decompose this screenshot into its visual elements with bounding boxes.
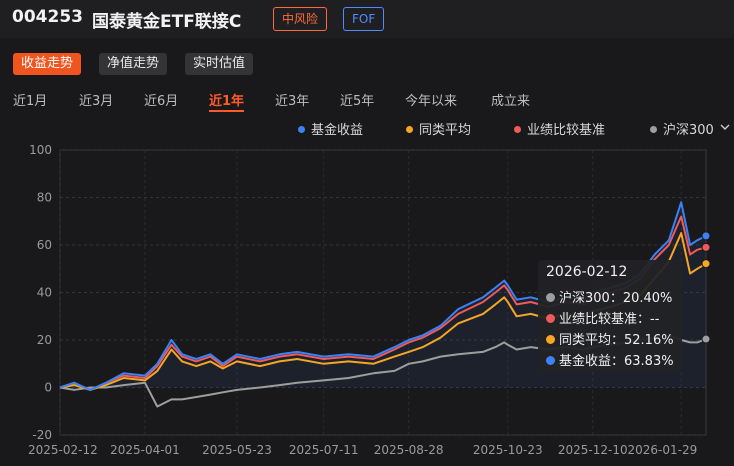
csi300-end-marker — [701, 334, 711, 344]
legend-peer-average[interactable]: 同类平均 — [406, 119, 471, 138]
x-tick-label: 2026-01-29 — [627, 443, 697, 457]
risk-level-badge: 中风险 — [273, 7, 328, 31]
tooltip-dot — [546, 314, 555, 323]
fund-name: 国泰黄金ETF联接C — [92, 12, 242, 32]
legend-benchmark[interactable]: 业绩比较基准 — [514, 119, 605, 138]
legend-dot — [514, 126, 521, 133]
tab-realtime-estimate[interactable]: 实时估值 — [185, 53, 254, 75]
tooltip-row-fund-return: 基金收益：63.83% — [546, 350, 674, 369]
tooltip-label: 业绩比较基准：-- — [559, 312, 660, 327]
range-ytd[interactable]: 今年以来 — [405, 90, 457, 109]
y-tick-label: 60 — [37, 238, 52, 252]
tab-nav-trend[interactable]: 净值走势 — [99, 53, 168, 75]
x-tick-label: 2025-08-28 — [374, 443, 444, 457]
y-tick-label: 80 — [37, 191, 52, 205]
y-axis: 100 80 60 40 20 0 -20 — [29, 143, 52, 442]
x-tick-label: 2025-02-12 — [28, 443, 98, 457]
tooltip-dot — [546, 293, 555, 302]
legend-label: 同类平均 — [419, 123, 472, 138]
tooltip-label: 基金收益：63.83% — [559, 354, 674, 369]
tooltip-dot — [546, 335, 555, 344]
fund-type-badge: FOF — [343, 7, 385, 31]
y-tick-label: 20 — [37, 333, 52, 347]
range-1-month[interactable]: 近1月 — [13, 90, 47, 109]
y-tick-label: 100 — [29, 143, 52, 157]
legend-fund-return[interactable]: 基金收益 — [298, 119, 363, 138]
legend-label: 沪深300 — [663, 123, 714, 138]
x-tick-label: 2025-07-11 — [289, 443, 359, 457]
range-1-year[interactable]: 近1年 — [209, 90, 245, 112]
legend-csi300[interactable]: 沪深300 — [650, 119, 714, 138]
x-tick-label: 2025-05-23 — [202, 443, 272, 457]
legend-label: 基金收益 — [311, 123, 364, 138]
tooltip-row-peer-average: 同类平均：52.16% — [546, 329, 674, 348]
x-axis: 2025-02-12 2025-04-01 2025-05-23 2025-07-11… — [28, 443, 697, 457]
range-since-inception[interactable]: 成立来 — [491, 90, 530, 109]
legend-dot — [298, 126, 305, 133]
chevron-down-icon[interactable] — [720, 122, 730, 132]
range-6-month[interactable]: 近6月 — [144, 90, 178, 109]
legend-dot — [650, 126, 657, 133]
x-tick-label: 2025-10-23 — [473, 443, 543, 457]
range-5-year[interactable]: 近5年 — [340, 90, 374, 109]
range-3-year[interactable]: 近3年 — [275, 90, 309, 109]
chart-tooltip: 2026-02-12 沪深300：20.40% 业绩比较基准：-- 同类平均：5… — [538, 260, 682, 372]
y-tick-label: 0 — [44, 381, 52, 395]
tooltip-dot — [546, 356, 555, 365]
tooltip-date: 2026-02-12 — [546, 264, 628, 280]
y-tick-label: -20 — [32, 428, 52, 442]
tooltip-label: 同类平均：52.16% — [559, 333, 674, 348]
tab-return-trend[interactable]: 收益走势 — [13, 53, 82, 75]
peer-average-end-marker — [701, 259, 711, 269]
tooltip-row-csi300: 沪深300：20.40% — [546, 287, 672, 306]
tooltip-row-benchmark: 业绩比较基准：-- — [546, 308, 659, 327]
legend-label: 业绩比较基准 — [527, 123, 606, 138]
fund-code: 004253 — [12, 7, 83, 27]
x-tick-label: 2025-04-01 — [110, 443, 180, 457]
x-tick-label: 2025-12-10 — [558, 443, 628, 457]
fund-return-end-marker — [701, 231, 711, 241]
legend-dot — [406, 126, 413, 133]
header-bar: 004253 国泰黄金ETF联接C 中风险 FOF — [0, 0, 734, 38]
range-3-month[interactable]: 近3月 — [79, 90, 113, 109]
tooltip-label: 沪深300：20.40% — [559, 291, 673, 306]
y-tick-label: 40 — [37, 286, 52, 300]
benchmark-end-marker — [701, 242, 711, 252]
